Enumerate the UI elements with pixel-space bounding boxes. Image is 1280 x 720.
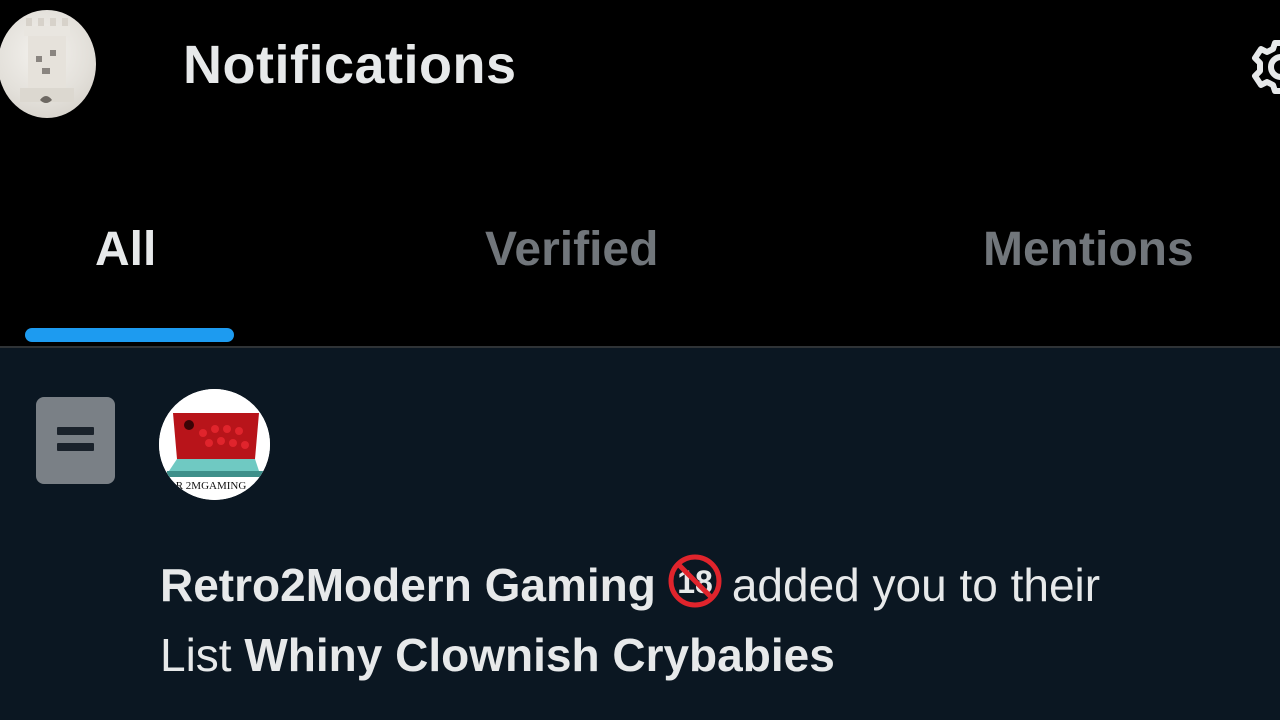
- action-text: added you to their: [731, 559, 1101, 611]
- list-word: List: [160, 629, 232, 681]
- tab-verified[interactable]: Verified: [485, 222, 658, 278]
- rook-avatar-icon[interactable]: [0, 10, 96, 118]
- active-tab-indicator: [25, 328, 234, 342]
- actor-avatar[interactable]: R 2MGAMING: [159, 389, 270, 500]
- list-name[interactable]: Whiny Clownish Crybabies: [244, 629, 834, 681]
- list-icon: [36, 397, 115, 484]
- tab-mentions[interactable]: Mentions: [983, 222, 1194, 278]
- actor-avatar-text: R 2MGAMING: [176, 480, 247, 492]
- header: Notifications: [0, 0, 1280, 140]
- notification-text: Retro2Modern Gaming 18 added you to thei…: [160, 550, 1280, 690]
- actor-name[interactable]: Retro2Modern Gaming: [160, 559, 656, 611]
- no-under-18-icon: 18: [668, 554, 722, 608]
- gear-icon[interactable]: [1246, 32, 1280, 102]
- tab-all[interactable]: All: [95, 222, 156, 278]
- notifications-page: Notifications All Verified Mentions R 2M…: [0, 0, 1280, 720]
- page-title: Notifications: [183, 35, 517, 95]
- tab-bar: All Verified Mentions: [0, 140, 1280, 346]
- notification-item[interactable]: R 2MGAMING Retro2Modern Gaming 18 added …: [0, 348, 1280, 720]
